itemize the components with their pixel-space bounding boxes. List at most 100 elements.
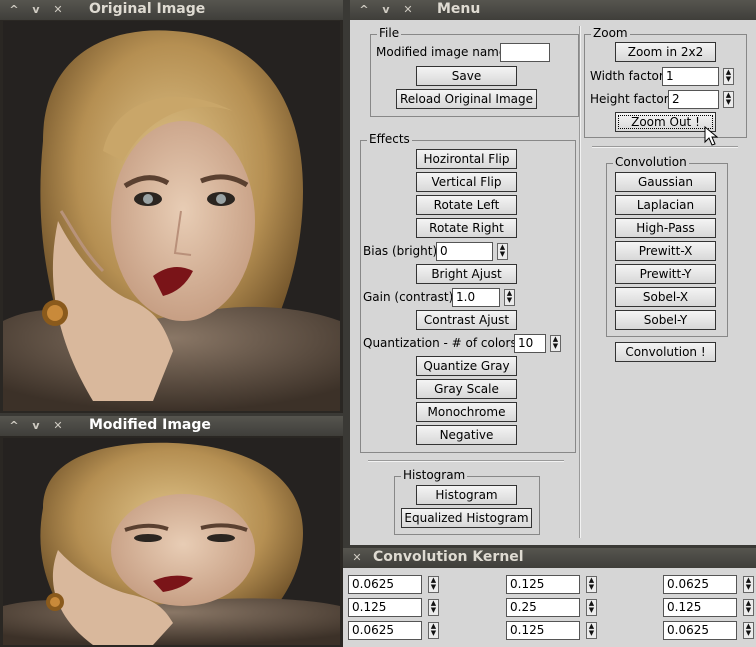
kernel-cell-stepper[interactable]: ▲ ▼ [586, 622, 597, 639]
kernel-cell-input[interactable]: 0.0625 [663, 621, 737, 640]
convolution-kernel-window: ✕ Convolution Kernel 0.0625 ▲ ▼ 0.125 ▲ ▼ 0.06… [343, 548, 756, 647]
zoom-out-button[interactable]: Zoom Out ! [615, 112, 716, 132]
vertical-separator [579, 26, 581, 538]
width-factor-label: Width factor: [590, 69, 668, 83]
monochrome-button[interactable]: Monochrome [416, 402, 517, 422]
mouse-cursor-icon [704, 126, 718, 146]
kernel-cell-input[interactable]: 0.0625 [348, 621, 422, 640]
spin-down-icon[interactable]: ▼ [498, 251, 507, 258]
quantization-input[interactable]: 10 [514, 334, 546, 353]
window-title: Convolution Kernel [373, 549, 524, 565]
kernel-cell-stepper[interactable]: ▲ ▼ [743, 622, 754, 639]
spin-down-icon[interactable]: ▼ [587, 584, 596, 591]
modified-image-titlebar[interactable]: ^ v ✕ Modified Image [0, 416, 343, 436]
maximize-icon[interactable]: v [28, 2, 44, 18]
spin-down-icon[interactable]: ▼ [429, 607, 438, 614]
spin-down-icon[interactable]: ▼ [429, 630, 438, 637]
spin-down-icon[interactable]: ▼ [744, 607, 753, 614]
spin-down-icon[interactable]: ▼ [551, 343, 560, 350]
quantize-gray-button[interactable]: Quantize Gray [416, 356, 517, 376]
sobel-y-button[interactable]: Sobel-Y [615, 310, 716, 330]
gray-scale-button[interactable]: Gray Scale [416, 379, 517, 399]
minimize-icon[interactable]: ^ [6, 2, 22, 18]
kernel-titlebar[interactable]: ✕ Convolution Kernel [343, 548, 756, 568]
maximize-icon[interactable]: v [378, 2, 394, 18]
file-group-title: File [377, 26, 402, 40]
original-image-titlebar[interactable]: ^ v ✕ Original Image [0, 0, 343, 20]
kernel-cell-input[interactable]: 0.125 [348, 598, 422, 617]
separator [592, 146, 738, 148]
kernel-cell-input[interactable]: 0.125 [506, 621, 580, 640]
histogram-group-title: Histogram [401, 468, 468, 482]
bias-input[interactable]: 0 [436, 242, 493, 261]
high-pass-button[interactable]: High-Pass [615, 218, 716, 238]
zoom-in-button[interactable]: Zoom in 2x2 [615, 42, 716, 62]
rotate-left-button[interactable]: Rotate Left [416, 195, 517, 215]
convolution-apply-button[interactable]: Convolution ! [615, 342, 716, 362]
spin-down-icon[interactable]: ▼ [587, 607, 596, 614]
rotate-right-button[interactable]: Rotate Right [416, 218, 517, 238]
kernel-cell-stepper[interactable]: ▲ ▼ [428, 576, 439, 593]
gaussian-button[interactable]: Gaussian [615, 172, 716, 192]
contrast-adjust-button[interactable]: Contrast Ajust [416, 310, 517, 330]
kernel-cell-stepper[interactable]: ▲ ▼ [586, 599, 597, 616]
gain-stepper[interactable]: ▲ ▼ [504, 289, 515, 306]
window-title: Modified Image [89, 417, 211, 433]
close-icon[interactable]: ✕ [400, 2, 416, 18]
quantization-stepper[interactable]: ▲ ▼ [550, 335, 561, 352]
menu-window: ^ v ✕ Menu File Modified image name: Sav… [350, 0, 756, 545]
spin-down-icon[interactable]: ▼ [744, 630, 753, 637]
width-factor-stepper[interactable]: ▲ ▼ [723, 68, 734, 85]
window-title: Menu [437, 1, 481, 17]
modified-image-window: ^ v ✕ Modified Image [0, 416, 343, 647]
minimize-icon[interactable]: ^ [356, 2, 372, 18]
maximize-icon[interactable]: v [28, 418, 44, 434]
kernel-cell-stepper[interactable]: ▲ ▼ [743, 576, 754, 593]
height-factor-stepper[interactable]: ▲ ▼ [723, 91, 734, 108]
spin-down-icon[interactable]: ▼ [744, 584, 753, 591]
zoom-group-title: Zoom [591, 26, 630, 40]
minimize-icon[interactable]: ^ [6, 418, 22, 434]
kernel-cell-input[interactable]: 0.0625 [348, 575, 422, 594]
bias-stepper[interactable]: ▲ ▼ [497, 243, 508, 260]
gain-input[interactable]: 1.0 [452, 288, 500, 307]
bright-adjust-button[interactable]: Bright Ajust [416, 264, 517, 284]
close-icon[interactable]: ✕ [50, 418, 66, 434]
image-name-input[interactable] [500, 43, 550, 62]
spin-down-icon[interactable]: ▼ [724, 76, 733, 83]
vertical-flip-button[interactable]: Vertical Flip [416, 172, 517, 192]
spin-down-icon[interactable]: ▼ [429, 584, 438, 591]
close-icon[interactable]: ✕ [50, 2, 66, 18]
laplacian-button[interactable]: Laplacian [615, 195, 716, 215]
image-name-label: Modified image name: [376, 45, 511, 59]
kernel-cell-input[interactable]: 0.125 [506, 575, 580, 594]
separator [368, 460, 564, 462]
width-factor-input[interactable]: 1 [662, 67, 719, 86]
histogram-button[interactable]: Histogram [416, 485, 517, 505]
horizontal-flip-button[interactable]: Hozirontal Flip [416, 149, 517, 169]
window-title: Original Image [89, 1, 206, 17]
modified-image [3, 438, 340, 645]
bias-label: Bias (bright): [363, 244, 442, 258]
spin-down-icon[interactable]: ▼ [724, 99, 733, 106]
save-button[interactable]: Save [416, 66, 517, 86]
spin-down-icon[interactable]: ▼ [587, 630, 596, 637]
spin-down-icon[interactable]: ▼ [505, 297, 514, 304]
height-factor-input[interactable]: 2 [668, 90, 719, 109]
equalized-histogram-button[interactable]: Equalized Histogram [401, 508, 532, 528]
kernel-cell-stepper[interactable]: ▲ ▼ [428, 622, 439, 639]
negative-button[interactable]: Negative [416, 425, 517, 445]
menu-titlebar[interactable]: ^ v ✕ Menu [350, 0, 756, 20]
height-factor-label: Height factor: [590, 92, 673, 106]
kernel-cell-stepper[interactable]: ▲ ▼ [586, 576, 597, 593]
prewitt-y-button[interactable]: Prewitt-Y [615, 264, 716, 284]
reload-original-button[interactable]: Reload Original Image [396, 89, 537, 109]
close-icon[interactable]: ✕ [349, 550, 365, 566]
kernel-cell-stepper[interactable]: ▲ ▼ [428, 599, 439, 616]
sobel-x-button[interactable]: Sobel-X [615, 287, 716, 307]
kernel-cell-stepper[interactable]: ▲ ▼ [743, 599, 754, 616]
kernel-cell-input[interactable]: 0.25 [506, 598, 580, 617]
prewitt-x-button[interactable]: Prewitt-X [615, 241, 716, 261]
kernel-cell-input[interactable]: 0.125 [663, 598, 737, 617]
kernel-cell-input[interactable]: 0.0625 [663, 575, 737, 594]
